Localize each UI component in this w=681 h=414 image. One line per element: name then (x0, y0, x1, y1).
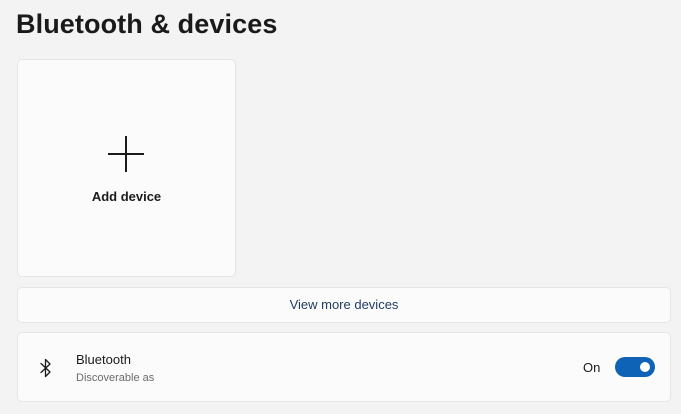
view-more-devices-button[interactable]: View more devices (17, 287, 671, 323)
bluetooth-title: Bluetooth (76, 352, 131, 367)
bluetooth-setting-row[interactable]: Bluetooth Discoverable as On (17, 332, 671, 402)
bluetooth-toggle[interactable] (615, 357, 655, 377)
bluetooth-subtitle: Discoverable as (76, 372, 155, 384)
page-title: Bluetooth & devices (16, 9, 278, 39)
bluetooth-icon (40, 358, 51, 378)
add-device-card[interactable]: Add device (17, 59, 236, 277)
bluetooth-state-label: On (583, 360, 601, 375)
add-device-label: Add device (91, 189, 162, 204)
plus-icon (108, 136, 144, 172)
toggle-knob (640, 362, 650, 372)
